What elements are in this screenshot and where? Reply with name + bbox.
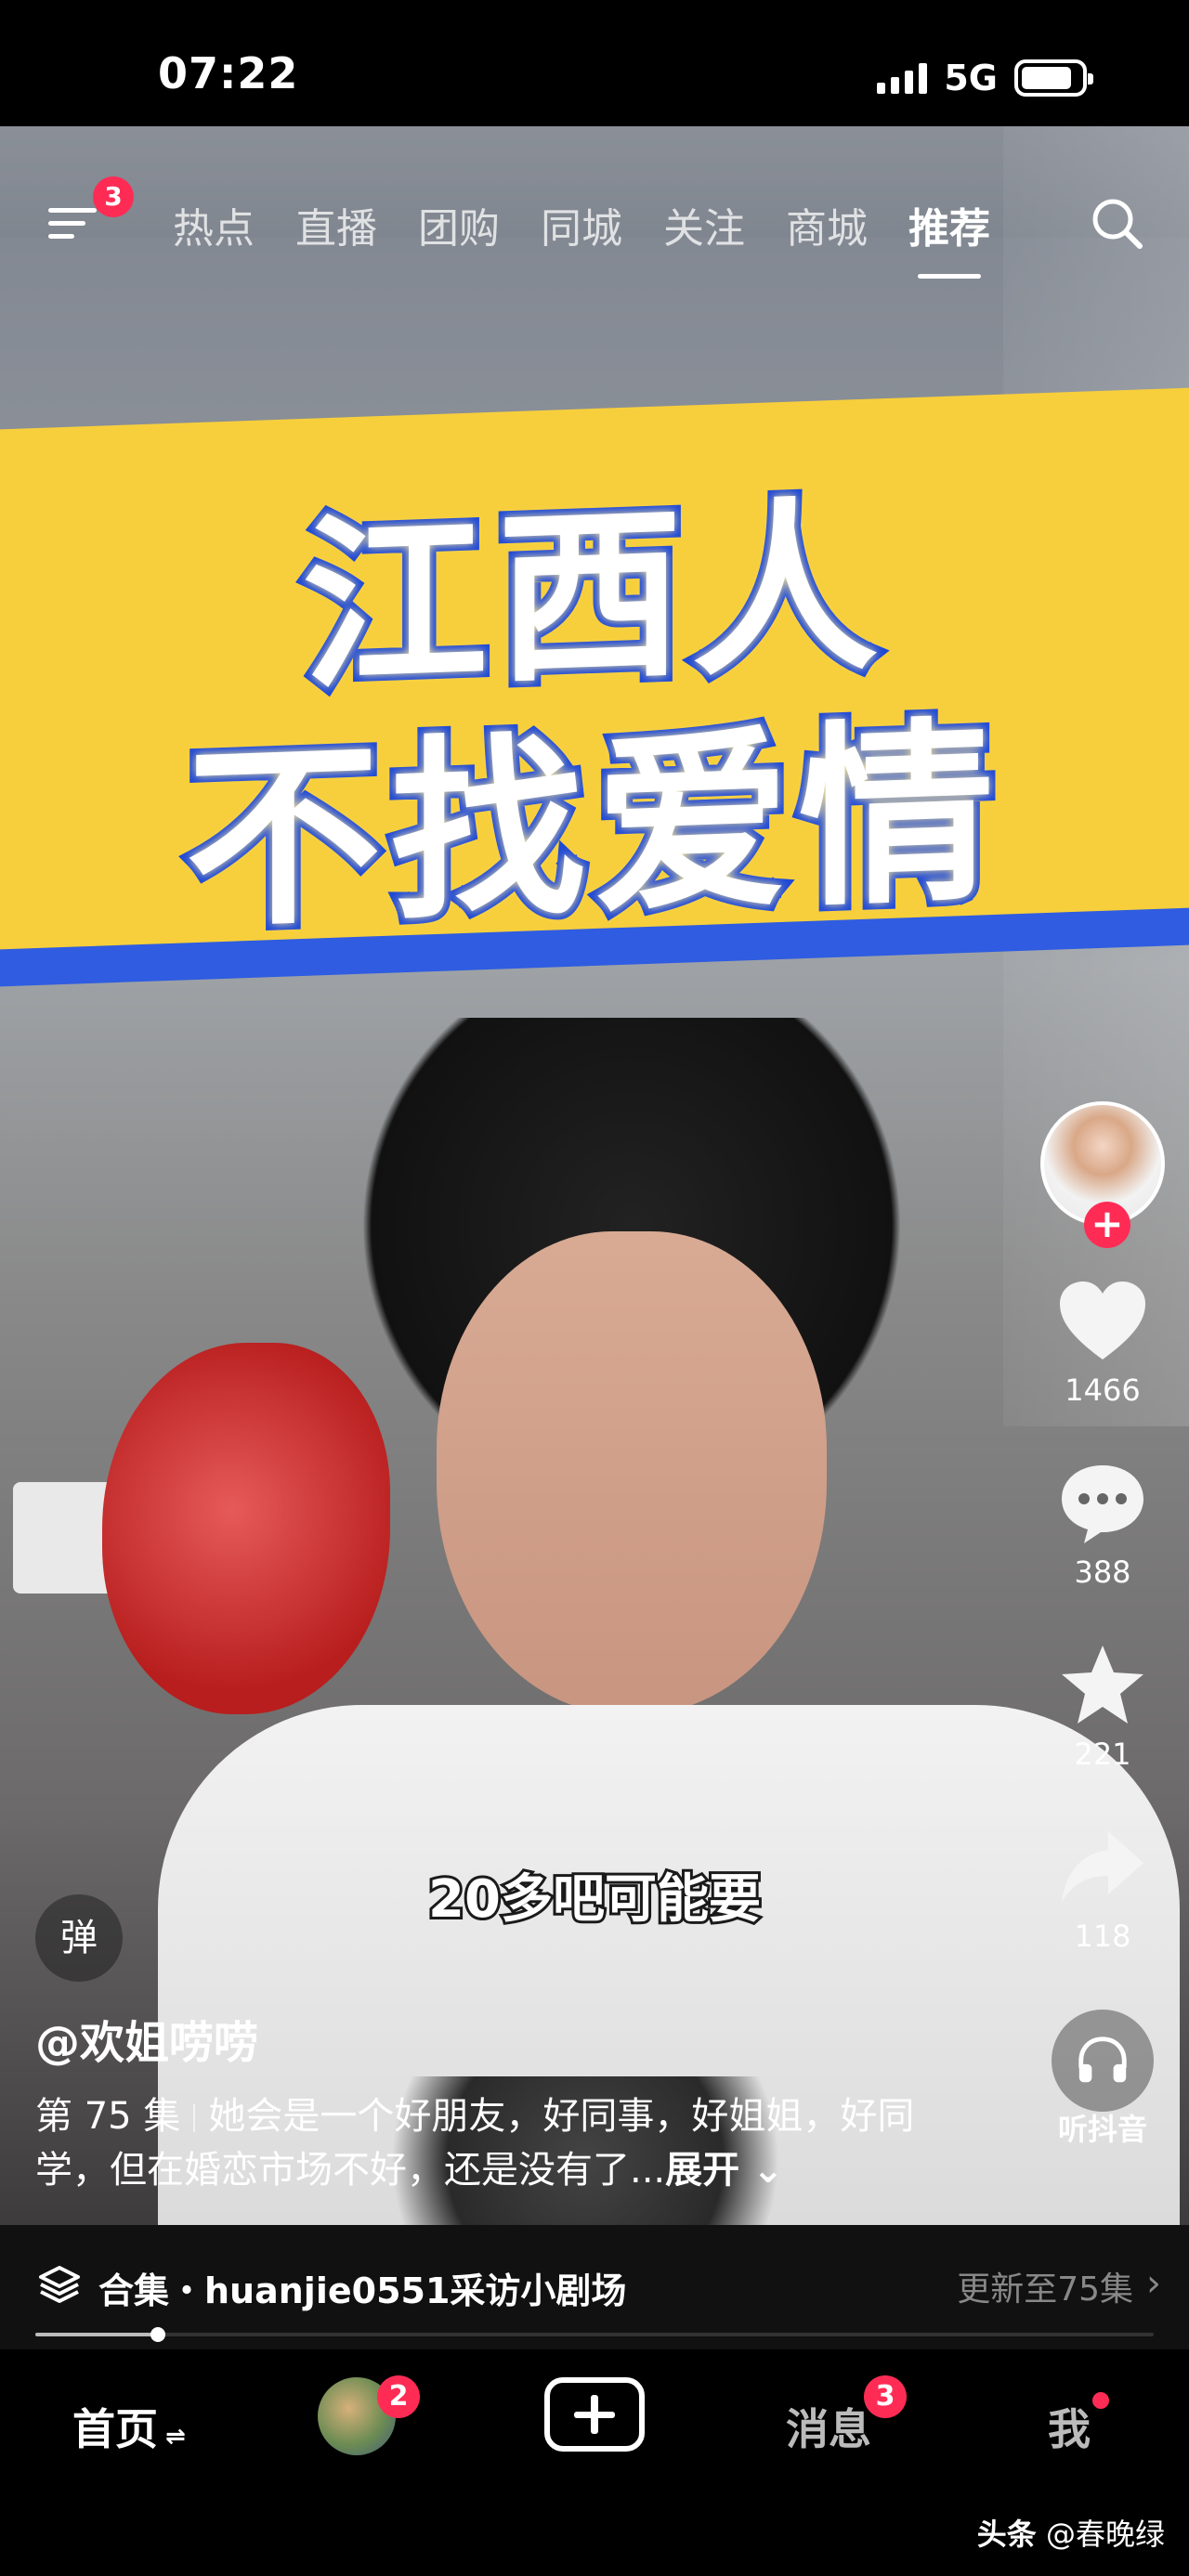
video-progress-bar[interactable] [35, 2327, 1154, 2342]
collection-name: 合集・huanjie0551采访小剧场 [98, 2270, 627, 2311]
author-avatar[interactable]: + [1040, 1101, 1165, 1248]
share-icon [1062, 1831, 1143, 1902]
comment-icon [1062, 1465, 1143, 1543]
expand-link[interactable]: 展开 [665, 2149, 739, 2192]
like-button[interactable]: 1466 [1056, 1278, 1149, 1408]
friend-badge: 2 [377, 2375, 420, 2418]
comment-button[interactable]: 388 [1056, 1460, 1149, 1590]
listen-button[interactable]: 听抖音 [1052, 2010, 1154, 2149]
chevron-right-icon: › [1146, 2262, 1161, 2305]
status-time: 07:22 [158, 48, 299, 98]
tab-local[interactable]: 同城 [541, 195, 622, 254]
nav-home-label: 首页 [72, 2404, 158, 2454]
banner-title-line2: 不找爱情 [179, 693, 1010, 962]
tab-live[interactable]: 直播 [295, 195, 377, 254]
heart-icon [1060, 1281, 1145, 1360]
bottom-navigation: 首页 ⇌ 2 消息 3 我 头条 @春晚绿 [0, 2349, 1189, 2576]
create-plus-button[interactable] [544, 2377, 645, 2452]
video-title-banner: 江西人 不找爱情 [0, 387, 1189, 1006]
author-name[interactable]: @欢姐唠唠 [35, 2006, 258, 2071]
video-subtitle: 20多吧可能要 [425, 1867, 764, 1932]
video-description[interactable]: 第 75 集她会是一个好朋友，好同事，好姐姐，好同学，但在婚恋市场不好，还是没有… [35, 2089, 964, 2197]
swap-icon: ⇌ [165, 2423, 186, 2451]
chevron-down-icon[interactable]: ⌄ [739, 2149, 784, 2192]
tab-following[interactable]: 关注 [663, 195, 745, 254]
nav-home[interactable]: 首页 ⇌ [72, 2396, 186, 2457]
me-notification-dot [1092, 2392, 1109, 2409]
progress-fill [35, 2333, 159, 2336]
listen-icon-wrap [1052, 2010, 1154, 2112]
nav-me[interactable]: 我 [1048, 2396, 1091, 2457]
video-person [437, 1231, 827, 1714]
tab-mall[interactable]: 商城 [786, 195, 868, 254]
tab-recommend[interactable]: 推荐 [908, 195, 990, 279]
signal-icon [877, 62, 928, 94]
watermark-author: @春晚绿 [1045, 2517, 1165, 2552]
status-bar: 07:22 5G [0, 0, 1189, 126]
side-action-bar: + 1466 388 221 118 听抖音 [1033, 1101, 1172, 2149]
like-count: 1466 [1065, 1373, 1141, 1408]
danmu-toggle[interactable]: 弹 [35, 1894, 123, 1982]
favorite-button[interactable]: 221 [1056, 1642, 1149, 1772]
top-navigation: 3 热点 直播 团购 同城 关注 商城 推荐 [0, 176, 1189, 279]
comment-count: 388 [1074, 1555, 1131, 1590]
battery-level [1022, 67, 1071, 89]
share-count: 118 [1074, 1919, 1131, 1954]
watermark-source: 头条 [976, 2517, 1037, 2552]
favorite-count: 221 [1074, 1737, 1131, 1772]
follow-plus-icon[interactable]: + [1084, 1202, 1130, 1248]
star-icon [1062, 1646, 1143, 1724]
status-indicators: 5G [877, 58, 1093, 98]
menu-icon[interactable] [48, 202, 97, 243]
episode-label: 第 75 集 [35, 2095, 181, 2138]
headphones-icon [1078, 2036, 1127, 2083]
search-icon[interactable] [1089, 195, 1144, 251]
share-button[interactable]: 118 [1056, 1824, 1149, 1954]
network-type: 5G [944, 58, 998, 98]
watermark: 头条 @春晚绿 [977, 2511, 1165, 2554]
top-tabs: 热点 直播 团购 同城 关注 商城 推荐 [173, 195, 990, 279]
tab-group-buy[interactable]: 团购 [418, 195, 500, 254]
menu-badge: 3 [93, 176, 134, 217]
tab-hot[interactable]: 热点 [173, 195, 255, 254]
collection-bar[interactable]: 合集・huanjie0551采访小剧场 更新至75集 › [0, 2225, 1189, 2349]
nav-messages[interactable]: 消息 [786, 2396, 871, 2457]
collection-update: 更新至75集 [957, 2270, 1133, 2309]
layers-icon [39, 2266, 80, 2303]
listen-label: 听抖音 [1057, 2112, 1147, 2147]
divider [193, 2104, 196, 2132]
battery-icon [1014, 59, 1093, 97]
messages-badge: 3 [864, 2375, 907, 2418]
